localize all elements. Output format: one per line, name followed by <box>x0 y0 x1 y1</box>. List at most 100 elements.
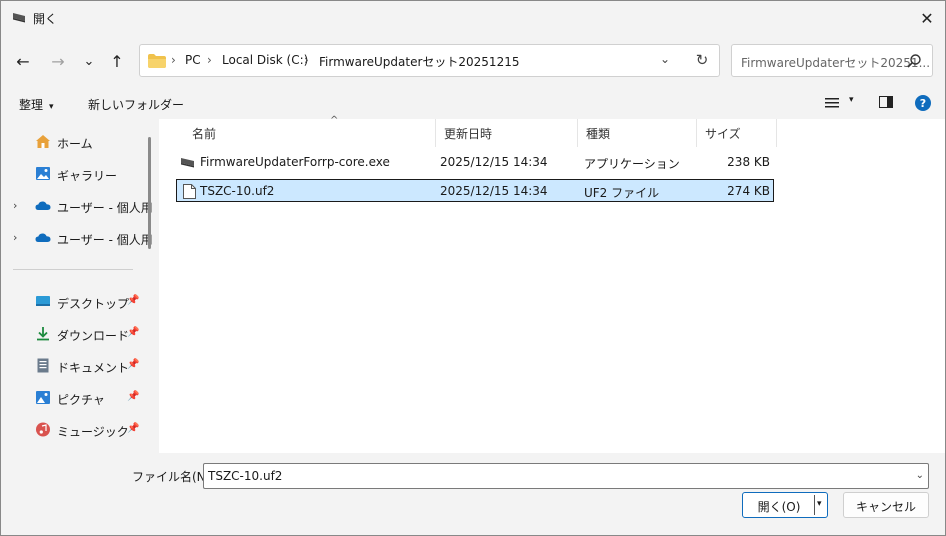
close-icon: ✕ <box>920 8 934 28</box>
pin-icon: 📌 <box>127 295 140 306</box>
file-list: ^ 名前 更新日時 種類 サイズ FirmwareUpdaterForrp-co… <box>159 115 945 453</box>
filename-field[interactable]: TSZC-10.uf2 ⌄ <box>203 463 929 489</box>
list-view-icon[interactable] <box>825 97 839 109</box>
open-button-label: 開く(O) <box>757 500 801 514</box>
blank-file-icon <box>183 184 196 199</box>
sidebar-item-pictures[interactable]: ピクチャ 📌 <box>1 384 142 412</box>
cancel-button-label: キャンセル <box>855 500 916 514</box>
column-header-size[interactable]: サイズ <box>697 119 777 147</box>
sidebar-item-label: ユーザー - 個人用 <box>57 201 153 215</box>
pin-icon: 📌 <box>127 327 140 338</box>
sidebar-item-desktop[interactable]: デスクトップ 📌 <box>1 288 142 316</box>
split-divider <box>814 495 815 515</box>
file-modified: 2025/12/15 14:34 <box>440 184 548 198</box>
column-header-type[interactable]: 種類 <box>578 119 697 147</box>
sidebar-item-gallery[interactable]: ギャラリー <box>1 160 142 188</box>
file-row[interactable]: FirmwareUpdaterForrp-core.exe 2025/12/15… <box>176 151 774 174</box>
view-options-dropdown-icon[interactable]: ▾ <box>849 95 854 105</box>
sidebar-item-label: ギャラリー <box>57 169 118 183</box>
back-button[interactable]: ← <box>10 48 36 74</box>
drive-icon <box>13 13 25 23</box>
file-name: TSZC-10.uf2 <box>200 184 275 198</box>
navigation-pane: ホーム ギャラリー › ユーザー - 個人用 › ユーザー - 個人用 デスクト… <box>1 119 153 453</box>
onedrive-cloud-icon <box>35 233 51 242</box>
sidebar-item-downloads[interactable]: ダウンロード 📌 <box>1 320 142 348</box>
pictures-icon <box>36 391 50 404</box>
up-button[interactable]: ↑ <box>104 48 130 74</box>
pin-icon: 📌 <box>127 391 140 402</box>
file-size: 274 KB <box>727 184 770 198</box>
file-type: アプリケーション <box>584 157 680 171</box>
application-icon <box>181 158 194 168</box>
dialog-footer: ファイル名(N): TSZC-10.uf2 ⌄ 開く(O) ▾ キャンセル <box>1 453 945 535</box>
sidebar-item-onedrive-personal[interactable]: › ユーザー - 個人用 <box>1 192 153 220</box>
breadcrumb-pc[interactable]: PC <box>185 53 201 67</box>
pin-icon: 📌 <box>127 423 140 434</box>
file-name: FirmwareUpdaterForrp-core.exe <box>200 155 390 169</box>
expand-chevron-icon[interactable]: › <box>13 231 17 244</box>
sidebar-scrollbar[interactable] <box>148 137 151 249</box>
recent-locations-button[interactable]: ⌄ <box>76 48 102 74</box>
arrow-up-icon: ↑ <box>110 51 124 71</box>
window-title: 開く <box>33 12 58 26</box>
sidebar-item-label: ダウンロード <box>57 329 130 343</box>
desktop-icon <box>36 296 50 306</box>
breadcrumb-separator: › <box>207 53 212 67</box>
search-box[interactable]: FirmwareUpdaterセット20251... <box>731 44 933 77</box>
sidebar-item-label: ユーザー - 個人用 <box>57 233 153 247</box>
file-size: 238 KB <box>727 155 770 169</box>
sidebar-item-label: ホーム <box>57 137 93 151</box>
expand-chevron-icon[interactable]: › <box>13 199 17 212</box>
title-bar: 開く ✕ <box>1 1 945 35</box>
organize-label: 整理 <box>19 98 44 112</box>
onedrive-cloud-icon <box>35 201 51 210</box>
chevron-down-icon: ⌄ <box>83 53 95 69</box>
sidebar-item-label: ピクチャ <box>57 393 105 407</box>
forward-button[interactable]: → <box>45 48 71 74</box>
open-options-dropdown-icon[interactable]: ▾ <box>817 499 822 509</box>
breadcrumb-separator: › <box>171 53 176 67</box>
gallery-icon <box>36 167 50 180</box>
column-header-name[interactable]: ^ 名前 <box>184 115 436 147</box>
breadcrumb-current-folder[interactable]: FirmwareUpdaterセット20251215 <box>319 53 519 70</box>
refresh-icon[interactable]: ↻ <box>692 50 712 70</box>
new-folder-label: 新しいフォルダー <box>88 98 185 112</box>
address-bar[interactable]: › PC › Local Disk (C:) › FirmwareUpdater… <box>139 44 720 77</box>
help-icon[interactable]: ? <box>915 95 931 111</box>
sort-ascending-icon: ^ <box>330 115 339 126</box>
pin-icon: 📌 <box>127 359 140 370</box>
column-header-label: 更新日時 <box>444 127 493 141</box>
sidebar-item-label: ドキュメント <box>57 361 130 375</box>
sidebar-item-home[interactable]: ホーム <box>1 128 142 156</box>
organize-button[interactable]: 整理 ▾ <box>19 96 54 113</box>
breadcrumb-local-disk[interactable]: Local Disk (C:) <box>222 53 308 67</box>
file-modified: 2025/12/15 14:34 <box>440 155 548 169</box>
sidebar-item-onedrive-personal[interactable]: › ユーザー - 個人用 <box>1 224 153 252</box>
open-button[interactable]: 開く(O) ▾ <box>742 492 828 518</box>
sidebar-item-label: ミュージック <box>57 425 129 439</box>
column-header-modified[interactable]: 更新日時 <box>436 119 578 147</box>
sidebar-item-documents[interactable]: ドキュメント 📌 <box>1 352 142 380</box>
document-icon <box>37 358 49 373</box>
close-button[interactable]: ✕ <box>909 1 945 35</box>
column-header-label: サイズ <box>705 127 741 141</box>
arrow-right-icon: → <box>51 51 65 71</box>
home-icon <box>36 135 50 148</box>
sidebar-divider <box>13 269 133 270</box>
music-icon <box>36 422 50 437</box>
open-file-dialog: 開く ✕ ← → ⌄ ↑ › PC › Local Disk (C:) › Fi… <box>0 0 946 536</box>
cancel-button[interactable]: キャンセル <box>843 492 929 518</box>
command-bar: 整理 ▾ 新しいフォルダー ▾ ? <box>1 88 945 118</box>
sidebar-item-music[interactable]: ミュージック 📌 <box>1 416 142 444</box>
address-dropdown-icon[interactable]: ⌄ <box>660 52 670 66</box>
column-header-label: 名前 <box>192 127 217 141</box>
caret-down-icon: ▾ <box>49 102 54 112</box>
search-placeholder: FirmwareUpdaterセット20251... <box>741 56 931 70</box>
preview-pane-icon[interactable] <box>879 96 893 108</box>
filename-value: TSZC-10.uf2 <box>208 469 283 483</box>
new-folder-button[interactable]: 新しいフォルダー <box>88 96 184 113</box>
arrow-left-icon: ← <box>16 51 30 71</box>
chevron-down-icon[interactable]: ⌄ <box>916 470 924 481</box>
file-row-selected[interactable]: TSZC-10.uf2 2025/12/15 14:34 UF2 ファイル 27… <box>176 179 774 202</box>
column-header-label: 種類 <box>586 127 611 141</box>
